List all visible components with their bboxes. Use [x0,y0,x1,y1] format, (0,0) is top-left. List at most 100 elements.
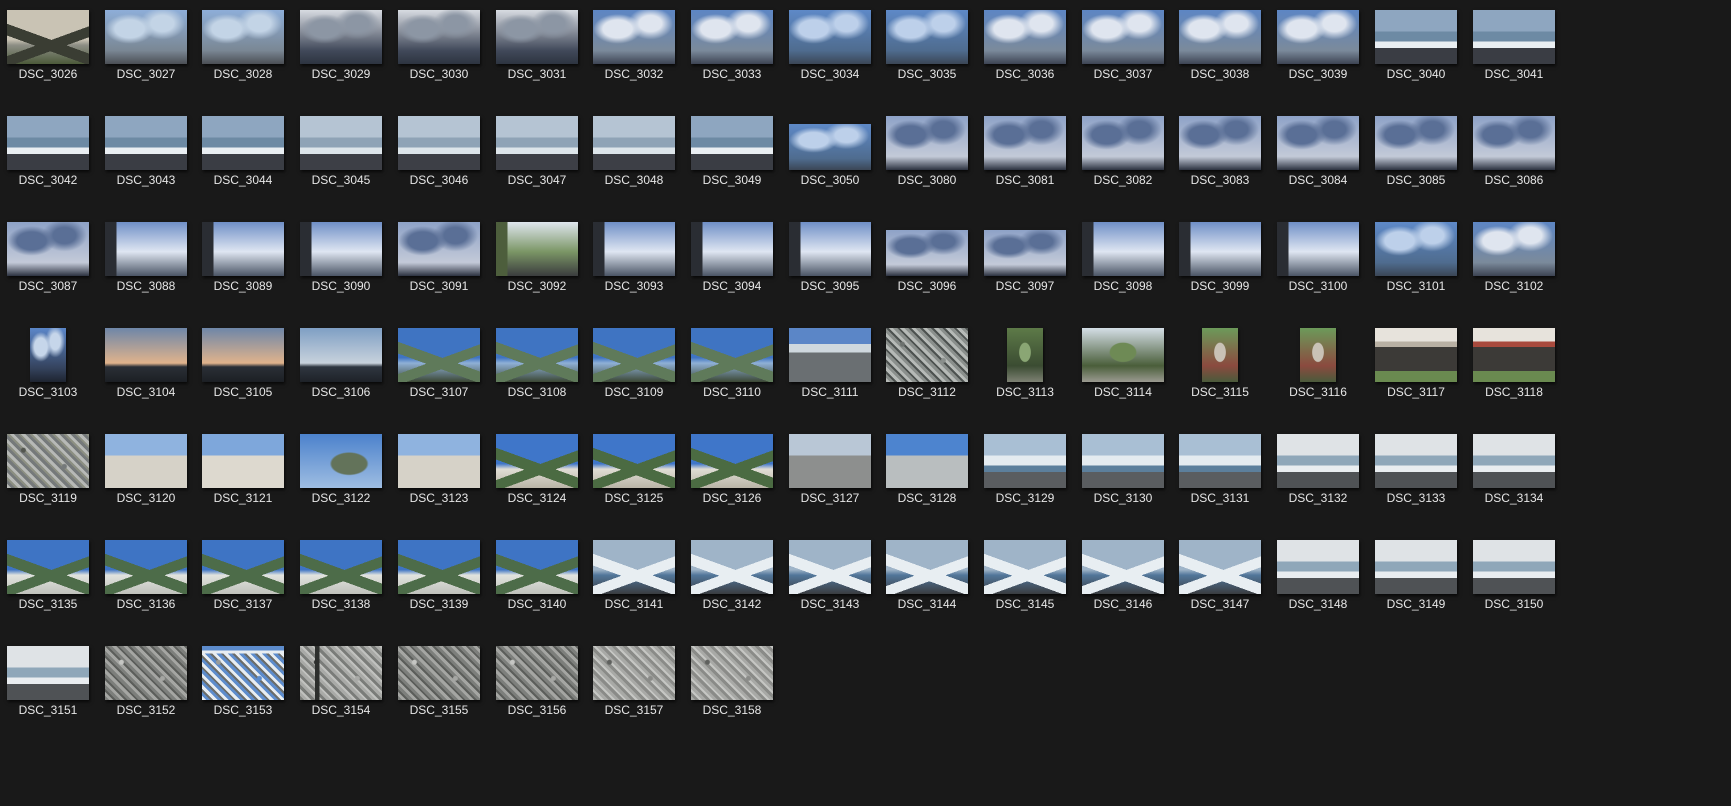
thumbnail-tile[interactable]: DSC_3031 [495,8,603,118]
thumbnail-tile[interactable]: DSC_3026 [6,8,114,118]
thumbnail-tile[interactable]: DSC_3098 [1081,220,1189,330]
thumbnail-tile[interactable]: DSC_3133 [1374,432,1482,542]
thumbnail-tile[interactable]: DSC_3138 [299,538,407,648]
thumbnail-tile[interactable]: DSC_3038 [1178,8,1286,118]
thumbnail-tile[interactable]: DSC_3093 [592,220,700,330]
thumbnail-tile[interactable]: DSC_3102 [1472,220,1580,330]
thumbnail-tile[interactable]: DSC_3116 [1276,326,1384,436]
thumbnail-tile[interactable]: DSC_3134 [1472,432,1580,542]
thumbnail-tile[interactable]: DSC_3112 [885,326,993,436]
thumbnail-tile[interactable]: DSC_3037 [1081,8,1189,118]
thumbnail-tile[interactable]: DSC_3088 [104,220,212,330]
thumbnail-tile[interactable]: DSC_3152 [104,644,212,754]
thumbnail-tile[interactable]: DSC_3105 [201,326,309,436]
thumbnail-tile[interactable]: DSC_3027 [104,8,212,118]
thumbnail-tile[interactable]: DSC_3034 [788,8,896,118]
thumbnail-tile[interactable]: DSC_3151 [6,644,114,754]
thumbnail-tile[interactable]: DSC_3158 [690,644,798,754]
thumbnail-tile[interactable]: DSC_3081 [983,114,1091,224]
thumbnail-tile[interactable]: DSC_3084 [1276,114,1384,224]
thumbnail-tile[interactable]: DSC_3118 [1472,326,1580,436]
thumbnail-tile[interactable]: DSC_3144 [885,538,993,648]
thumbnail-tile[interactable]: DSC_3114 [1081,326,1189,436]
thumbnail-tile[interactable]: DSC_3028 [201,8,309,118]
thumbnail-tile[interactable]: DSC_3086 [1472,114,1580,224]
thumbnail-tile[interactable]: DSC_3087 [6,220,114,330]
thumbnail-tile[interactable]: DSC_3153 [201,644,309,754]
thumbnail-tile[interactable]: DSC_3085 [1374,114,1482,224]
thumbnail-tile[interactable]: DSC_3145 [983,538,1091,648]
thumbnail-tile[interactable]: DSC_3142 [690,538,798,648]
thumbnail-tile[interactable]: DSC_3137 [201,538,309,648]
thumbnail-tile[interactable]: DSC_3120 [104,432,212,542]
thumbnail-tile[interactable]: DSC_3106 [299,326,407,436]
thumbnail-tile[interactable]: DSC_3128 [885,432,993,542]
thumbnail-tile[interactable]: DSC_3044 [201,114,309,224]
thumbnail-tile[interactable]: DSC_3089 [201,220,309,330]
thumbnail-tile[interactable]: DSC_3129 [983,432,1091,542]
thumbnail-tile[interactable]: DSC_3080 [885,114,993,224]
thumbnail-tile[interactable]: DSC_3040 [1374,8,1482,118]
thumbnail-tile[interactable]: DSC_3083 [1178,114,1286,224]
thumbnail-tile[interactable]: DSC_3146 [1081,538,1189,648]
thumbnail-tile[interactable]: DSC_3033 [690,8,798,118]
thumbnail-tile[interactable]: DSC_3099 [1178,220,1286,330]
thumbnail-tile[interactable]: DSC_3109 [592,326,700,436]
thumbnail-tile[interactable]: DSC_3125 [592,432,700,542]
thumbnail-tile[interactable]: DSC_3147 [1178,538,1286,648]
thumbnail-tile[interactable]: DSC_3035 [885,8,993,118]
thumbnail-tile[interactable]: DSC_3111 [788,326,896,436]
thumbnail-tile[interactable]: DSC_3117 [1374,326,1482,436]
thumbnail-tile[interactable]: DSC_3127 [788,432,896,542]
thumbnail-tile[interactable]: DSC_3029 [299,8,407,118]
thumbnail-tile[interactable]: DSC_3100 [1276,220,1384,330]
thumbnail-tile[interactable]: DSC_3046 [397,114,505,224]
thumbnail-tile[interactable]: DSC_3141 [592,538,700,648]
thumbnail-tile[interactable]: DSC_3123 [397,432,505,542]
thumbnail-tile[interactable]: DSC_3157 [592,644,700,754]
thumbnail-tile[interactable]: DSC_3143 [788,538,896,648]
thumbnail-tile[interactable]: DSC_3049 [690,114,798,224]
thumbnail-tile[interactable]: DSC_3139 [397,538,505,648]
thumbnail-tile[interactable]: DSC_3096 [885,220,993,330]
thumbnail-tile[interactable]: DSC_3119 [6,432,114,542]
thumbnail-tile[interactable]: DSC_3122 [299,432,407,542]
thumbnail-tile[interactable]: DSC_3124 [495,432,603,542]
thumbnail-tile[interactable]: DSC_3050 [788,114,896,224]
thumbnail-tile[interactable]: DSC_3136 [104,538,212,648]
thumbnail-tile[interactable]: DSC_3154 [299,644,407,754]
thumbnail-tile[interactable]: DSC_3094 [690,220,798,330]
thumbnail-tile[interactable]: DSC_3090 [299,220,407,330]
thumbnail-tile[interactable]: DSC_3126 [690,432,798,542]
thumbnail-tile[interactable]: DSC_3036 [983,8,1091,118]
thumbnail-tile[interactable]: DSC_3115 [1178,326,1286,436]
thumbnail-tile[interactable]: DSC_3043 [104,114,212,224]
thumbnail-tile[interactable]: DSC_3113 [983,326,1091,436]
thumbnail-tile[interactable]: DSC_3082 [1081,114,1189,224]
thumbnail-tile[interactable]: DSC_3039 [1276,8,1384,118]
thumbnail-tile[interactable]: DSC_3148 [1276,538,1384,648]
thumbnail-tile[interactable]: DSC_3092 [495,220,603,330]
thumbnail-tile[interactable]: DSC_3103 [6,326,114,436]
thumbnail-tile[interactable]: DSC_3132 [1276,432,1384,542]
thumbnail-tile[interactable]: DSC_3030 [397,8,505,118]
thumbnail-tile[interactable]: DSC_3091 [397,220,505,330]
thumbnail-tile[interactable]: DSC_3155 [397,644,505,754]
thumbnail-tile[interactable]: DSC_3130 [1081,432,1189,542]
thumbnail-tile[interactable]: DSC_3032 [592,8,700,118]
thumbnail-tile[interactable]: DSC_3150 [1472,538,1580,648]
thumbnail-tile[interactable]: DSC_3097 [983,220,1091,330]
thumbnail-tile[interactable]: DSC_3107 [397,326,505,436]
thumbnail-tile[interactable]: DSC_3135 [6,538,114,648]
thumbnail-tile[interactable]: DSC_3101 [1374,220,1482,330]
thumbnail-tile[interactable]: DSC_3108 [495,326,603,436]
thumbnail-tile[interactable]: DSC_3110 [690,326,798,436]
thumbnail-tile[interactable]: DSC_3047 [495,114,603,224]
thumbnail-tile[interactable]: DSC_3045 [299,114,407,224]
thumbnail-tile[interactable]: DSC_3095 [788,220,896,330]
thumbnail-tile[interactable]: DSC_3140 [495,538,603,648]
thumbnail-tile[interactable]: DSC_3149 [1374,538,1482,648]
thumbnail-tile[interactable]: DSC_3131 [1178,432,1286,542]
thumbnail-tile[interactable]: DSC_3121 [201,432,309,542]
thumbnail-tile[interactable]: DSC_3042 [6,114,114,224]
